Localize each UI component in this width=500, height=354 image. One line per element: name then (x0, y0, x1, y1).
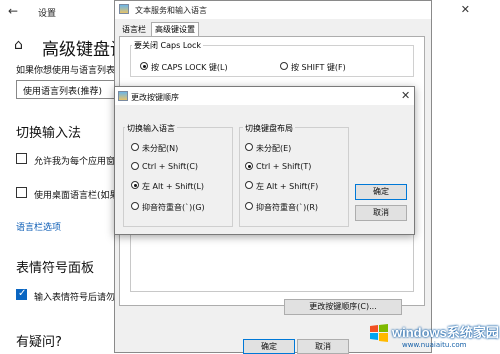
switch-input-heading: 切换输入法 (16, 126, 82, 141)
tab-language-bar[interactable]: 语言栏 (119, 23, 149, 37)
input-method-dropdown[interactable]: 使用语言列表(推荐) (16, 80, 123, 99)
layout-left-alt-shift-label: 左 Alt + Shift(F) (256, 182, 319, 191)
lang-grave-accent-radio[interactable] (131, 202, 139, 210)
desktop-language-bar-checkbox[interactable] (16, 187, 27, 198)
caps-lock-key-label: 按 CAPS LOCK 键(L) (151, 63, 228, 72)
text-services-title: 文本服务和输入语言 (135, 6, 207, 15)
caps-lock-group-title: 要关闭 Caps Lock (132, 40, 204, 51)
lang-ctrl-shift-label: Ctrl + Shift(C) (142, 162, 199, 171)
questions-heading: 有疑问? (16, 335, 62, 350)
layout-ctrl-shift-label: Ctrl + Shift(T) (256, 162, 312, 171)
windows-logo-icon (370, 324, 388, 342)
lang-ctrl-shift-radio[interactable] (131, 162, 139, 170)
shift-key-radio[interactable] (280, 62, 288, 70)
keyboard-settings-icon (118, 91, 128, 101)
lang-grave-accent-label: 抑音符重音(`)(G) (142, 203, 205, 212)
emoji-panel-heading: 表情符号面板 (16, 261, 95, 276)
change-key-sequence-dialog: 更改按键顺序 ✕ 切换输入语言 未分配(N) Ctrl + Shift(C) 左… (114, 86, 415, 235)
back-arrow-icon[interactable]: ← (8, 4, 18, 18)
change-key-titlebar: 更改按键顺序 ✕ (115, 87, 414, 105)
change-key-title: 更改按键顺序 (131, 93, 179, 102)
layout-grave-accent-radio[interactable] (245, 202, 253, 210)
language-bar-options-link[interactable]: 语言栏选项 (16, 220, 61, 233)
lang-unassigned-radio[interactable] (131, 143, 139, 151)
watermark-text: windows系统家园 (392, 325, 499, 340)
lang-left-alt-shift-label: 左 Alt + Shift(L) (142, 182, 205, 191)
layout-unassigned-radio[interactable] (245, 143, 253, 151)
layout-ctrl-shift-radio[interactable] (245, 162, 253, 170)
watermark: windows系统家园 www.nuaiaitu.com (368, 320, 499, 350)
per-app-window-checkbox[interactable] (16, 153, 27, 164)
cancel-button[interactable]: 取消 (297, 339, 349, 354)
switch-keyboard-layout-title: 切换键盘布局 (243, 123, 295, 134)
desktop-language-bar-label: 使用桌面语言栏(如果 (34, 191, 119, 201)
change-key-ok-button[interactable]: 确定 (355, 184, 407, 200)
lang-left-alt-shift-radio[interactable] (131, 181, 139, 189)
lang-unassigned-label: 未分配(N) (142, 144, 179, 153)
ok-button[interactable]: 确定 (243, 339, 295, 354)
dropdown-value: 使用语言列表(推荐) (23, 87, 103, 97)
switch-input-language-title: 切换输入语言 (125, 123, 177, 134)
caps-lock-key-radio[interactable] (140, 62, 148, 70)
keyboard-settings-icon (119, 4, 129, 14)
text-services-titlebar: 文本服务和输入语言 (115, 1, 431, 19)
settings-title: 设置 (38, 9, 57, 19)
emoji-checkbox-label: 输入表情符号后请勿 (34, 293, 116, 303)
layout-unassigned-label: 未分配(E) (256, 144, 292, 153)
home-icon[interactable]: ⌂ (14, 37, 23, 53)
change-key-cancel-button[interactable]: 取消 (355, 205, 407, 221)
watermark-url: www.nuaiaitu.com (402, 341, 467, 349)
layout-left-alt-shift-radio[interactable] (245, 181, 253, 189)
shift-key-label: 按 SHIFT 键(F) (291, 63, 346, 72)
close-icon[interactable]: ✕ (401, 89, 410, 102)
emoji-checkbox[interactable] (16, 288, 27, 300)
per-app-window-label: 允许我为每个应用窗 (34, 157, 116, 167)
change-key-sequence-button[interactable]: 更改按键顺序(C)... (284, 299, 402, 315)
description-text: 如果你想使用与语言列表中 (16, 66, 125, 76)
layout-grave-accent-label: 抑音符重音(`)(R) (256, 203, 319, 212)
